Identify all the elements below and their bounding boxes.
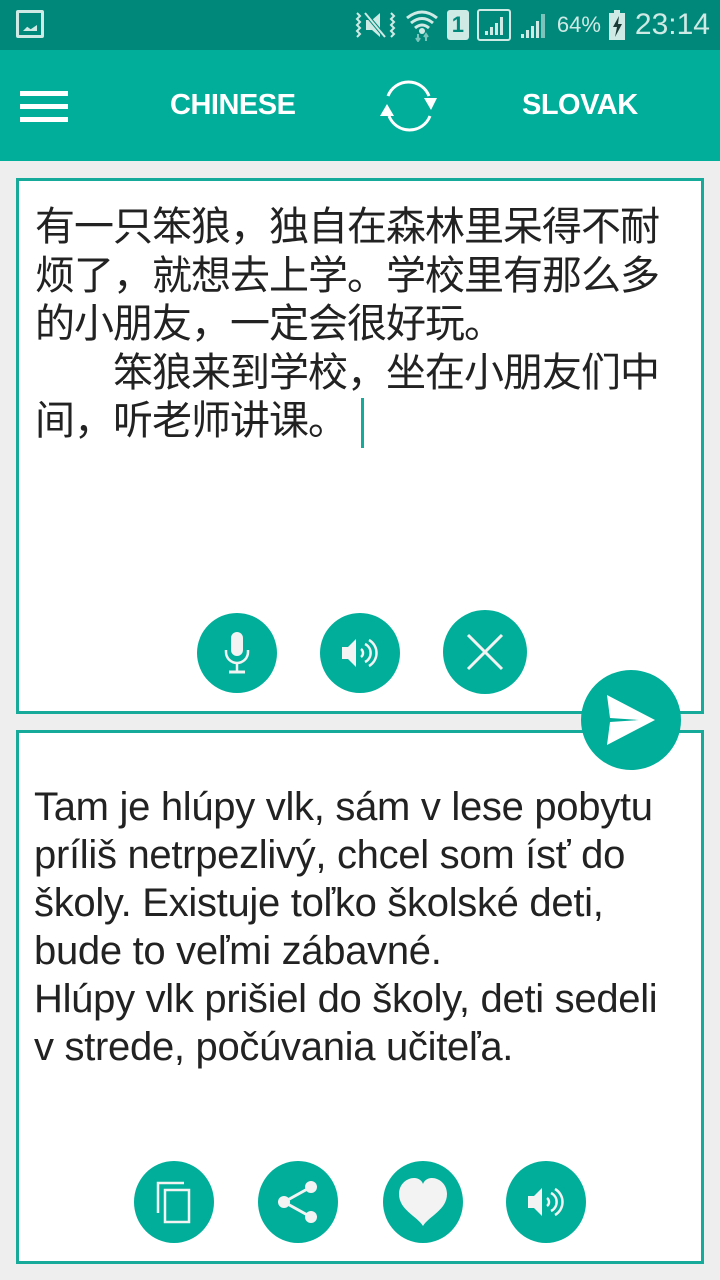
heart-icon [399, 1178, 447, 1226]
target-language-button[interactable]: SLOVAK [522, 50, 638, 161]
app-bar: CHINESE SLOVAK [0, 50, 720, 161]
copy-button[interactable] [134, 1161, 214, 1243]
gallery-icon [16, 10, 44, 38]
close-icon [466, 633, 504, 671]
source-text-panel: 有一只笨狼，独自在森林里呆得不耐烦了，就想去上学。学校里有那么多的小朋友，一定会… [16, 178, 704, 714]
speak-source-button[interactable] [320, 613, 400, 693]
status-icons: 1 64% 23:14 [353, 0, 710, 50]
speaker-icon [342, 638, 378, 668]
hamburger-menu-icon[interactable] [20, 88, 68, 124]
status-bar: 1 64% 23:14 [0, 0, 720, 50]
source-text-input[interactable]: 有一只笨狼，独自在森林里呆得不耐烦了，就想去上学。学校里有那么多的小朋友，一定会… [35, 203, 675, 448]
text-cursor [361, 398, 364, 448]
source-language-button[interactable]: CHINESE [170, 50, 296, 161]
translation-panel: Tam je hlúpy vlk, sám v lese pobytu príl… [16, 730, 704, 1264]
copy-icon [156, 1181, 191, 1224]
signal-icon-2 [519, 10, 549, 40]
clock: 23:14 [634, 8, 710, 41]
battery-percent: 64% [556, 12, 601, 37]
sim-1-icon: 1 [446, 10, 469, 40]
swap-languages-icon [380, 80, 437, 132]
clear-button[interactable] [443, 610, 527, 694]
mute-vibrate-icon [353, 9, 397, 41]
translation-text: Tam je hlúpy vlk, sám v lese pobytu príl… [34, 785, 658, 1069]
translate-send-button[interactable] [581, 670, 681, 770]
send-icon [607, 695, 655, 745]
signal-icon [476, 9, 511, 41]
speaker-icon [528, 1187, 564, 1217]
speak-target-button[interactable] [506, 1161, 586, 1243]
microphone-button[interactable] [197, 613, 277, 693]
wifi-icon [405, 8, 439, 42]
source-text: 有一只笨狼，独自在森林里呆得不耐烦了，就想去上学。学校里有那么多的小朋友，一定会… [35, 204, 660, 444]
share-button[interactable] [258, 1161, 338, 1243]
swap-languages-button[interactable] [374, 74, 444, 138]
battery-charging-icon [608, 10, 625, 40]
share-icon [278, 1181, 317, 1223]
favorite-button[interactable] [383, 1161, 463, 1243]
microphone-icon [224, 632, 250, 674]
